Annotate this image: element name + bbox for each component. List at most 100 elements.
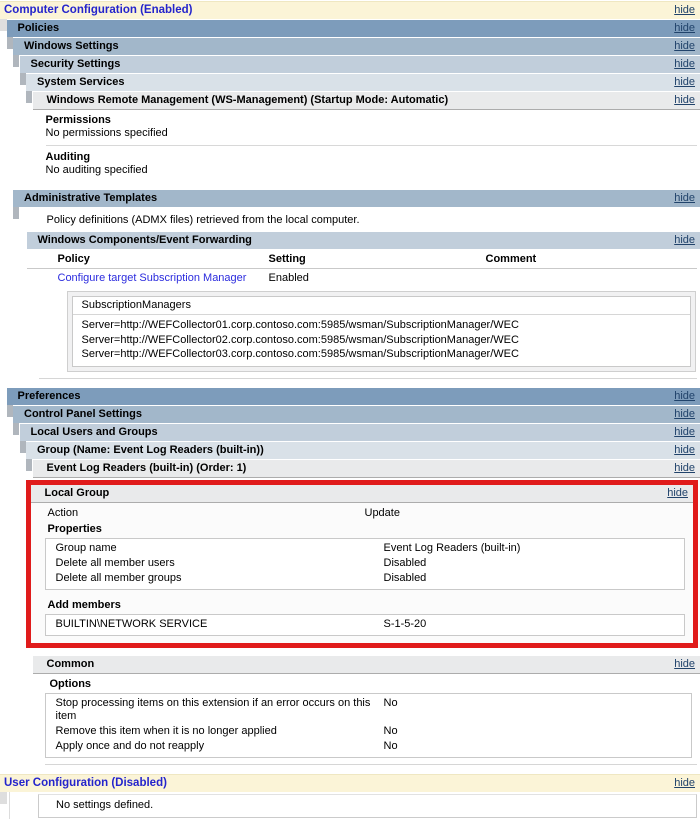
- event-log-readers-item-title: Event Log Readers (built-in) (Order: 1): [33, 460, 247, 477]
- section-administrative-templates: Administrative Templates hide Policy def…: [13, 190, 700, 379]
- property-value: Disabled: [384, 572, 685, 585]
- section-winrm-service: Windows Remote Management (WS-Management…: [33, 92, 700, 184]
- auditing-heading: Auditing: [46, 151, 700, 164]
- option-value: No: [384, 740, 692, 753]
- permissions-text: No permissions specified: [46, 127, 700, 140]
- control-panel-settings-content: Local Users and Groups hide Group (Name:…: [20, 424, 700, 765]
- administrative-templates-content: Policy definitions (ADMX files) retrieve…: [20, 207, 700, 379]
- section-local-users-and-groups: Local Users and Groups hide Group (Name:…: [20, 424, 700, 765]
- hide-link[interactable]: hide: [674, 38, 695, 55]
- hide-link[interactable]: hide: [667, 485, 688, 502]
- column-setting: Setting: [269, 253, 486, 265]
- option-label: Stop processing items on this extension …: [56, 697, 384, 723]
- property-row: Delete all member groups Disabled: [46, 571, 685, 586]
- hide-link[interactable]: hide: [674, 460, 695, 477]
- hide-link[interactable]: hide: [674, 656, 695, 673]
- security-settings-title: Security Settings: [20, 56, 121, 73]
- spacer: [0, 765, 700, 773]
- winrm-service-header: Windows Remote Management (WS-Management…: [33, 92, 700, 110]
- section-end-line: [39, 372, 698, 379]
- action-label: Action: [48, 507, 365, 520]
- local-users-and-groups-title: Local Users and Groups: [20, 424, 158, 441]
- option-row: Stop processing items on this extension …: [46, 696, 692, 724]
- member-row: BUILTIN\NETWORK SERVICE S-1-5-20: [46, 617, 685, 632]
- preferences-content: Control Panel Settings hide Local Users …: [13, 406, 700, 765]
- local-users-and-groups-content: Group (Name: Event Log Readers (built-in…: [26, 442, 700, 765]
- red-highlight-box: Local Group hide Action Update: [26, 480, 699, 648]
- system-services-content: Windows Remote Management (WS-Management…: [33, 92, 700, 184]
- computer-configuration-title: Computer Configuration (Enabled): [0, 2, 192, 19]
- user-configuration-title: User Configuration (Disabled): [0, 775, 167, 792]
- section-policies: Policies hide Windows Settings hide Secu…: [7, 20, 700, 379]
- common-content: Options Stop processing items on this ex…: [33, 674, 700, 765]
- section-user-configuration: User Configuration (Disabled) hide No se…: [0, 774, 700, 819]
- properties-heading: Properties: [31, 522, 694, 537]
- hide-link[interactable]: hide: [674, 775, 695, 792]
- administrative-templates-title: Administrative Templates: [13, 190, 157, 207]
- local-group-title: Local Group: [31, 485, 110, 502]
- computer-configuration-header: Computer Configuration (Enabled) hide: [0, 1, 700, 19]
- system-services-title: System Services: [26, 74, 124, 91]
- event-forwarding-header: Windows Components/Event Forwarding hide: [27, 232, 700, 249]
- property-value: Disabled: [384, 557, 685, 570]
- section-system-services: System Services hide Windows Remote Mana…: [26, 74, 700, 184]
- members-box: BUILTIN\NETWORK SERVICE S-1-5-20: [45, 614, 686, 636]
- policies-content: Windows Settings hide Security Settings …: [13, 38, 700, 379]
- section-group: Group (Name: Event Log Readers (built-in…: [26, 442, 700, 765]
- user-configuration-content: No settings defined.: [9, 792, 700, 819]
- section-control-panel-settings: Control Panel Settings hide Local Users …: [13, 406, 700, 765]
- section-windows-settings: Windows Settings hide Security Settings …: [13, 38, 700, 184]
- member-name: BUILTIN\NETWORK SERVICE: [56, 618, 384, 631]
- spacer: [33, 648, 700, 655]
- policy-setting-link[interactable]: Configure target Subscription Manager: [58, 272, 247, 284]
- hide-link[interactable]: hide: [674, 56, 695, 73]
- common-header: Common hide: [33, 656, 700, 674]
- properties-box: Group name Event Log Readers (built-in) …: [45, 538, 686, 590]
- section-event-forwarding: Windows Components/Event Forwarding hide…: [27, 232, 700, 379]
- policies-title: Policies: [7, 20, 60, 37]
- hide-link[interactable]: hide: [674, 442, 695, 459]
- hide-link[interactable]: hide: [674, 232, 695, 249]
- user-configuration-header: User Configuration (Disabled) hide: [0, 774, 700, 792]
- security-settings-content: System Services hide Windows Remote Mana…: [26, 74, 700, 184]
- group-title: Group (Name: Event Log Readers (built-in…: [26, 442, 264, 459]
- property-label: Delete all member groups: [56, 572, 384, 585]
- hide-link[interactable]: hide: [674, 20, 695, 37]
- subscription-managers-table: SubscriptionManagers Server=http://WEFCo…: [72, 296, 692, 367]
- hide-link[interactable]: hide: [674, 74, 695, 91]
- no-settings-text: No settings defined.: [56, 799, 153, 811]
- add-members-heading: Add members: [31, 598, 694, 613]
- member-sid: S-1-5-20: [384, 618, 685, 631]
- subscription-managers-box: SubscriptionManagers Server=http://WEFCo…: [67, 291, 697, 372]
- hide-link[interactable]: hide: [674, 424, 695, 441]
- policy-table-header: Policy Setting Comment: [27, 249, 698, 269]
- column-comment: Comment: [486, 253, 698, 265]
- windows-settings-title: Windows Settings: [13, 38, 119, 55]
- local-group-header: Local Group hide: [31, 485, 694, 503]
- options-box: Stop processing items on this extension …: [45, 693, 693, 758]
- server-row: Server=http://WEFCollector02.corp.contos…: [73, 333, 691, 348]
- hide-link[interactable]: hide: [674, 2, 695, 19]
- group-header: Group (Name: Event Log Readers (built-in…: [26, 442, 700, 459]
- hide-link[interactable]: hide: [674, 190, 695, 207]
- preferences-header: Preferences hide: [7, 388, 700, 405]
- action-value: Update: [365, 507, 694, 520]
- section-end-line: [45, 758, 698, 765]
- administrative-templates-header: Administrative Templates hide: [13, 190, 700, 207]
- hide-link[interactable]: hide: [674, 388, 695, 405]
- property-row: Delete all member users Disabled: [46, 556, 685, 571]
- action-row: Action Update: [31, 503, 694, 522]
- hide-link[interactable]: hide: [674, 92, 695, 109]
- policy-setting-value: Enabled: [269, 272, 486, 284]
- subscription-managers-heading: SubscriptionManagers: [73, 297, 691, 315]
- control-panel-settings-header: Control Panel Settings hide: [13, 406, 700, 423]
- option-label: Apply once and do not reapply: [56, 740, 384, 753]
- system-services-header: System Services hide: [26, 74, 700, 91]
- property-value: Event Log Readers (built-in): [384, 542, 685, 555]
- option-row: Apply once and do not reapply No: [46, 739, 692, 754]
- windows-settings-content: Security Settings hide System Services h…: [20, 56, 700, 184]
- hide-link[interactable]: hide: [674, 406, 695, 423]
- option-value: No: [384, 697, 692, 723]
- section-event-log-readers-item: Event Log Readers (built-in) (Order: 1) …: [33, 460, 700, 765]
- policies-header: Policies hide: [7, 20, 700, 37]
